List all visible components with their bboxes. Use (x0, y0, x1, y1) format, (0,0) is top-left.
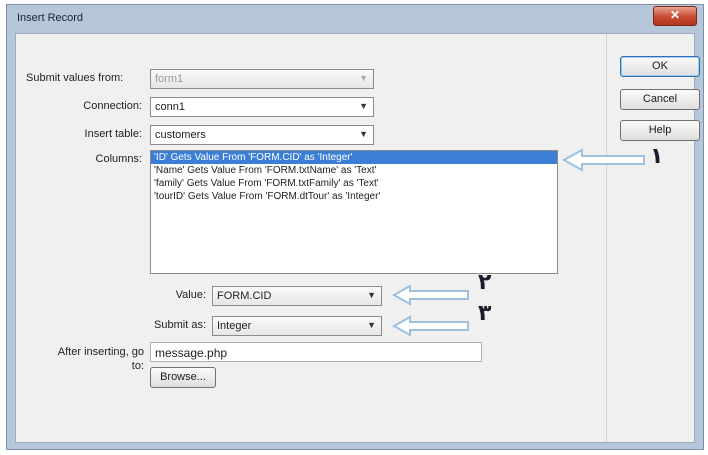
submit-values-select[interactable]: form1 ▼ (150, 69, 374, 89)
submit-as-select[interactable]: Integer ▼ (212, 316, 382, 336)
dialog-body: Submit values from: form1 ▼ Connection: … (15, 33, 700, 443)
connection-value: conn1 (155, 101, 185, 113)
list-item[interactable]: 'tourID' Gets Value From 'FORM.dtTour' a… (151, 190, 557, 203)
close-icon: ✕ (669, 8, 681, 22)
submit-as-label: Submit as: (154, 319, 206, 331)
value-value: FORM.CID (217, 290, 272, 302)
left-arrow-icon (562, 148, 645, 172)
connection-select[interactable]: conn1 ▼ (150, 97, 374, 117)
annotation-number-3: ٣ (478, 301, 492, 326)
after-inserting-value: message.php (155, 346, 228, 360)
annotation-number-2: ٢ (478, 270, 492, 295)
chevron-down-icon: ▼ (359, 101, 368, 111)
insert-table-label: Insert table: (84, 128, 142, 140)
submit-as-value: Integer (217, 320, 252, 332)
after-inserting-label-2: to: (131, 360, 144, 372)
submit-values-label: Submit values from: (26, 72, 124, 84)
divider (606, 34, 607, 442)
close-button[interactable]: ✕ (653, 6, 697, 26)
cancel-button[interactable]: Cancel (620, 89, 700, 110)
browse-button[interactable]: Browse... (150, 367, 216, 388)
value-label: Value: (175, 289, 206, 301)
list-item[interactable]: 'ID' Gets Value From 'FORM.CID' as 'Inte… (151, 151, 557, 164)
value-select[interactable]: FORM.CID ▼ (212, 286, 382, 306)
window-title: Insert Record (17, 12, 84, 24)
submit-values-value: form1 (155, 73, 184, 85)
title-bar: Insert Record ✕ (7, 5, 703, 31)
left-arrow-icon (392, 315, 469, 337)
list-item[interactable]: 'family' Gets Value From 'FORM.txtFamily… (151, 177, 557, 190)
chevron-down-icon: ▼ (367, 320, 376, 330)
annotation-number-1: ١ (650, 144, 664, 169)
insert-table-select[interactable]: customers ▼ (150, 125, 374, 145)
after-inserting-field[interactable]: message.php (150, 342, 482, 362)
left-arrow-icon (392, 284, 469, 306)
insert-record-dialog: Insert Record ✕ Submit values from: form… (6, 4, 704, 450)
ok-button[interactable]: OK (620, 56, 700, 77)
insert-table-value: customers (155, 129, 206, 141)
columns-list[interactable]: 'ID' Gets Value From 'FORM.CID' as 'Inte… (150, 150, 558, 274)
columns-label: Columns: (95, 153, 142, 165)
after-inserting-label: After inserting, go (57, 346, 144, 358)
chevron-down-icon: ▼ (367, 290, 376, 300)
chevron-down-icon: ▼ (359, 73, 368, 83)
list-item[interactable]: 'Name' Gets Value From 'FORM.txtName' as… (151, 164, 557, 177)
help-button[interactable]: Help (620, 120, 700, 141)
chevron-down-icon: ▼ (359, 129, 368, 139)
connection-label: Connection: (83, 100, 142, 112)
